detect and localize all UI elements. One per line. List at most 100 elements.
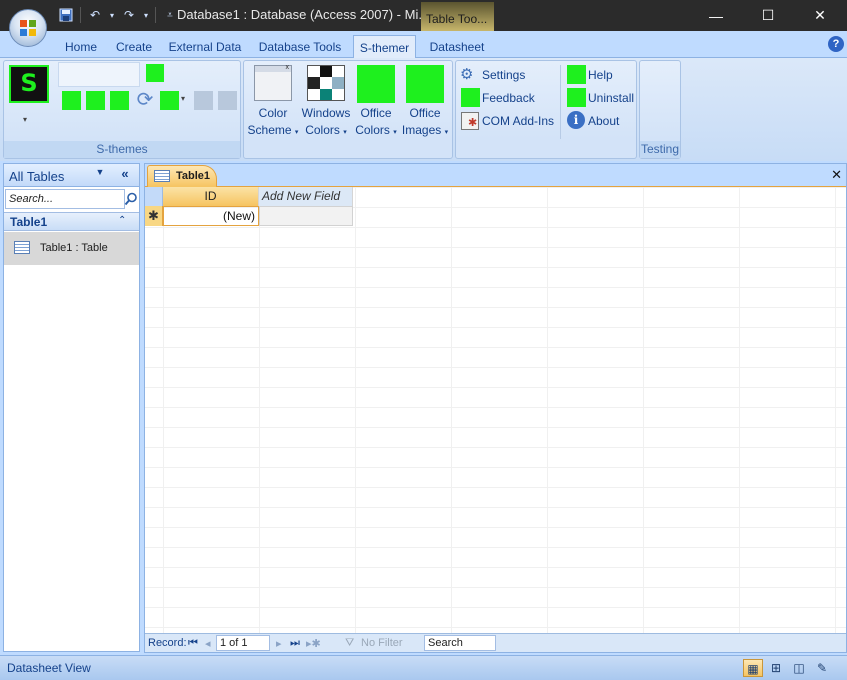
- disabled-swatch: [218, 91, 237, 110]
- theme-swatch-button[interactable]: [146, 64, 164, 82]
- document-tabs: Table1 ✕: [145, 164, 846, 187]
- color-scheme-button[interactable]: x Color Scheme ▾: [248, 63, 299, 141]
- cell-id-new[interactable]: (New): [163, 206, 259, 226]
- com-addins-button[interactable]: ✱ COM Add-Ins: [460, 111, 562, 131]
- s-themer-logo[interactable]: S: [9, 65, 49, 103]
- status-text: Datasheet View: [7, 661, 91, 675]
- theme-swatch-button[interactable]: [62, 91, 81, 110]
- undo-icon[interactable]: ↶: [85, 5, 105, 25]
- maximize-button[interactable]: ☐: [745, 0, 791, 31]
- tab-create[interactable]: Create: [110, 37, 158, 58]
- new-record-marker[interactable]: ✱: [145, 206, 163, 226]
- close-document-icon[interactable]: ✕: [831, 167, 842, 183]
- color-scheme-label-2: Scheme ▾: [246, 123, 300, 137]
- group-colors: x Color Scheme ▾ Windows Colors ▾ Office…: [243, 60, 453, 159]
- uninstall-button[interactable]: Uninstall: [566, 88, 636, 108]
- tab-database-tools[interactable]: Database Tools: [252, 37, 348, 58]
- swatch-dropdown-icon[interactable]: ▾: [181, 94, 185, 103]
- office-images-label: Office: [409, 106, 441, 120]
- minimize-button[interactable]: —: [693, 0, 739, 31]
- office-colors-icon: [357, 65, 395, 103]
- datasheet-view-icon[interactable]: ▦: [743, 659, 763, 677]
- uninstall-label: Uninstall: [588, 91, 635, 105]
- ribbon: S ▾ ⟳ ▾ S-themes x Color Scheme ▾ Window…: [0, 58, 847, 161]
- group-label-s-themes: S-themes: [4, 141, 240, 158]
- tab-home[interactable]: Home: [57, 37, 105, 58]
- settings-button[interactable]: ⚙ Settings: [460, 65, 556, 85]
- document-area: Table1 ✕ ID Add New Field ✱ (New) Record…: [144, 163, 847, 653]
- select-all-corner[interactable]: [145, 187, 163, 206]
- com-addins-icon: ✱: [461, 112, 479, 130]
- current-record-input[interactable]: 1 of 1: [216, 635, 270, 651]
- theme-swatch-button[interactable]: [110, 91, 129, 110]
- search-icon[interactable]: [123, 189, 139, 209]
- separator: [80, 7, 81, 23]
- filter-icon[interactable]: ⛛: [345, 637, 354, 650]
- record-label: Record:: [148, 637, 187, 649]
- com-addins-label: COM Add-Ins: [482, 114, 555, 128]
- collapse-group-icon[interactable]: ⌃: [118, 215, 126, 226]
- windows-colors-label: Windows: [301, 106, 351, 120]
- windows-colors-icon: [307, 65, 345, 101]
- nav-group-title: Table1: [10, 215, 48, 229]
- tab-external-data[interactable]: External Data: [164, 37, 246, 58]
- tab-datasheet[interactable]: Datasheet: [424, 37, 490, 58]
- first-record-icon[interactable]: ⏮: [188, 637, 198, 650]
- about-button[interactable]: i About: [566, 111, 632, 131]
- redo-dropdown-icon[interactable]: ▾: [141, 5, 151, 25]
- windows-colors-button[interactable]: Windows Colors ▾: [300, 63, 350, 141]
- nav-item-table1[interactable]: Table1 : Table: [4, 232, 139, 265]
- nav-menu-dropdown-icon[interactable]: ▼: [93, 167, 107, 182]
- theme-swatch-button[interactable]: [86, 91, 105, 110]
- office-colors-button[interactable]: Office Colors ▾: [352, 63, 400, 141]
- group-label-testing: Testing: [640, 141, 680, 158]
- tab-s-themer[interactable]: S-themer: [353, 35, 416, 59]
- office-images-icon: [406, 65, 444, 103]
- context-tab-table-tools: Table Too...: [421, 2, 494, 31]
- collapse-pane-icon[interactable]: «: [117, 166, 133, 182]
- feedback-label: Feedback: [482, 91, 535, 105]
- about-label: About: [588, 114, 620, 128]
- record-search-input[interactable]: Search: [424, 635, 496, 651]
- nav-pane-header[interactable]: All Tables ▼ «: [4, 164, 139, 187]
- close-button[interactable]: ✕: [797, 0, 843, 31]
- next-record-icon[interactable]: ▸: [276, 637, 282, 650]
- design-view-icon[interactable]: ✎: [812, 659, 832, 677]
- column-header-add-new-field[interactable]: Add New Field: [259, 187, 353, 206]
- column-header-id[interactable]: ID: [163, 187, 259, 206]
- datasheet-grid[interactable]: ID Add New Field ✱ (New): [145, 187, 846, 633]
- table-icon: [154, 170, 170, 182]
- dropdown-arrow-icon: ▾: [444, 129, 449, 136]
- last-record-icon[interactable]: ⏭: [290, 637, 300, 650]
- dropdown-arrow-icon: ▾: [294, 129, 299, 136]
- office-images-button[interactable]: Office Images ▾: [401, 63, 451, 141]
- pivotchart-view-icon[interactable]: ◫: [789, 659, 809, 677]
- no-filter-label[interactable]: No Filter: [361, 637, 403, 649]
- gear-icon: ⚙: [460, 66, 474, 83]
- cell-add-new-field[interactable]: [259, 206, 353, 226]
- group-testing: Testing: [639, 60, 681, 159]
- pivottable-view-icon[interactable]: ⊞: [766, 659, 786, 677]
- previous-record-icon[interactable]: ◂: [205, 637, 211, 650]
- undo-dropdown-icon[interactable]: ▾: [107, 5, 117, 25]
- office-colors-label-2: Colors ▾: [350, 123, 402, 137]
- office-button[interactable]: [9, 9, 47, 47]
- new-record-icon[interactable]: ▸✱: [306, 637, 321, 650]
- group-links: ⚙ Settings Feedback ✱ COM Add-Ins Help U…: [455, 60, 637, 159]
- nav-group-header[interactable]: Table1 ⌃: [4, 212, 139, 231]
- office-images-label-line2: Images: [401, 123, 442, 137]
- windows-colors-label-2: Colors ▾: [300, 123, 352, 137]
- uninstall-icon: [567, 88, 586, 107]
- doc-tab-table1[interactable]: Table1: [147, 165, 217, 187]
- theme-swatch-button[interactable]: [160, 91, 179, 110]
- office-colors-label-line2: Colors: [355, 123, 390, 137]
- refresh-icon[interactable]: ⟳: [134, 89, 156, 111]
- help-icon[interactable]: ?: [828, 36, 844, 52]
- nav-search-input[interactable]: Search...: [5, 189, 125, 209]
- help-link-button[interactable]: Help: [566, 65, 632, 85]
- feedback-button[interactable]: Feedback: [460, 88, 556, 108]
- redo-icon[interactable]: ↷: [119, 5, 139, 25]
- navigation-pane: All Tables ▼ « Search... Table1 ⌃ Table1…: [3, 163, 140, 652]
- s-themes-dropdown-icon[interactable]: ▾: [23, 115, 27, 124]
- save-icon[interactable]: [56, 5, 76, 25]
